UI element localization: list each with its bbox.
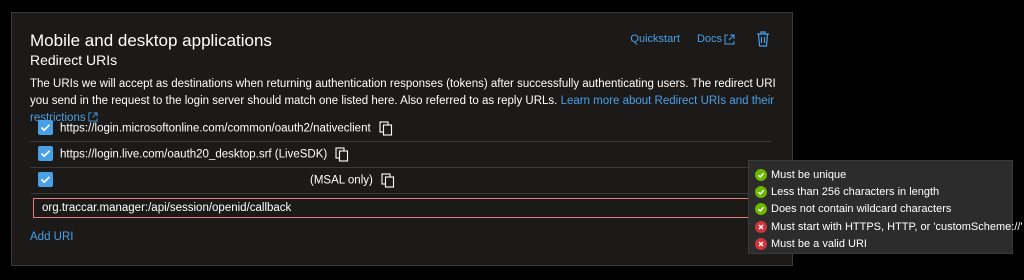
rule-text: Must be unique: [771, 168, 847, 181]
uri-row: (MSAL only): [30, 168, 771, 194]
docs-link[interactable]: Docs: [697, 33, 735, 45]
section-title: Mobile and desktop applications: [30, 31, 272, 50]
check-circle-icon: [755, 186, 767, 199]
uri-checkbox[interactable]: [38, 146, 53, 161]
rule-text: Does not contain wildcard characters: [771, 203, 952, 216]
uri-entry: https://login.live.com/oauth20_desktop.s…: [60, 147, 349, 162]
check-circle-icon: [755, 168, 767, 181]
redirect-uri-panel: Mobile and desktop applications Redirect…: [11, 12, 793, 266]
uri-row: https://login.microsoftonline.com/common…: [30, 116, 771, 142]
validation-tooltip: Must be unique Less than 256 characters …: [748, 160, 1023, 254]
uri-text: https://login.microsoftonline.com/common…: [60, 122, 371, 135]
validation-rule: Must be a valid URI: [755, 236, 1012, 253]
rule-text: Must start with HTTPS, HTTP, or 'customS…: [771, 220, 1023, 233]
uri-row: https://login.live.com/oauth20_desktop.s…: [30, 142, 771, 168]
docs-label: Docs: [696, 33, 722, 45]
check-icon: [40, 124, 51, 132]
copy-icon[interactable]: [379, 121, 393, 136]
uri-checkbox[interactable]: [38, 120, 53, 135]
section-subtitle: Redirect URIs: [30, 52, 118, 68]
validation-rule: Does not contain wildcard characters: [755, 201, 1012, 218]
error-circle-icon: [755, 220, 767, 233]
uri-entry: https://login.microsoftonline.com/common…: [60, 121, 393, 136]
check-circle-icon: [755, 203, 767, 216]
external-link-icon: [724, 34, 735, 44]
validation-rule: Less than 256 characters in length: [755, 183, 1012, 200]
quickstart-link[interactable]: Quickstart: [630, 33, 680, 45]
validation-rule: Must be unique: [755, 166, 1012, 183]
validation-rule: Must start with HTTPS, HTTP, or 'customS…: [755, 218, 1023, 235]
rule-text: Must be a valid URI: [771, 238, 867, 251]
uri-text: https://login.live.com/oauth20_desktop.s…: [60, 148, 328, 161]
header-actions: Quickstart Docs: [630, 31, 770, 47]
check-icon: [40, 176, 51, 184]
copy-icon[interactable]: [335, 147, 349, 162]
check-icon: [40, 150, 51, 158]
copy-icon[interactable]: [381, 173, 395, 188]
add-uri-button[interactable]: Add URI: [30, 231, 73, 243]
uri-text: (MSAL only): [310, 174, 373, 187]
error-circle-icon: [755, 238, 767, 251]
rule-text: Less than 256 characters in length: [771, 186, 940, 199]
uri-entry: (MSAL only): [310, 173, 395, 188]
redirect-uri-input[interactable]: [33, 198, 760, 218]
trash-icon[interactable]: [756, 31, 770, 47]
uri-checkbox[interactable]: [38, 172, 53, 187]
